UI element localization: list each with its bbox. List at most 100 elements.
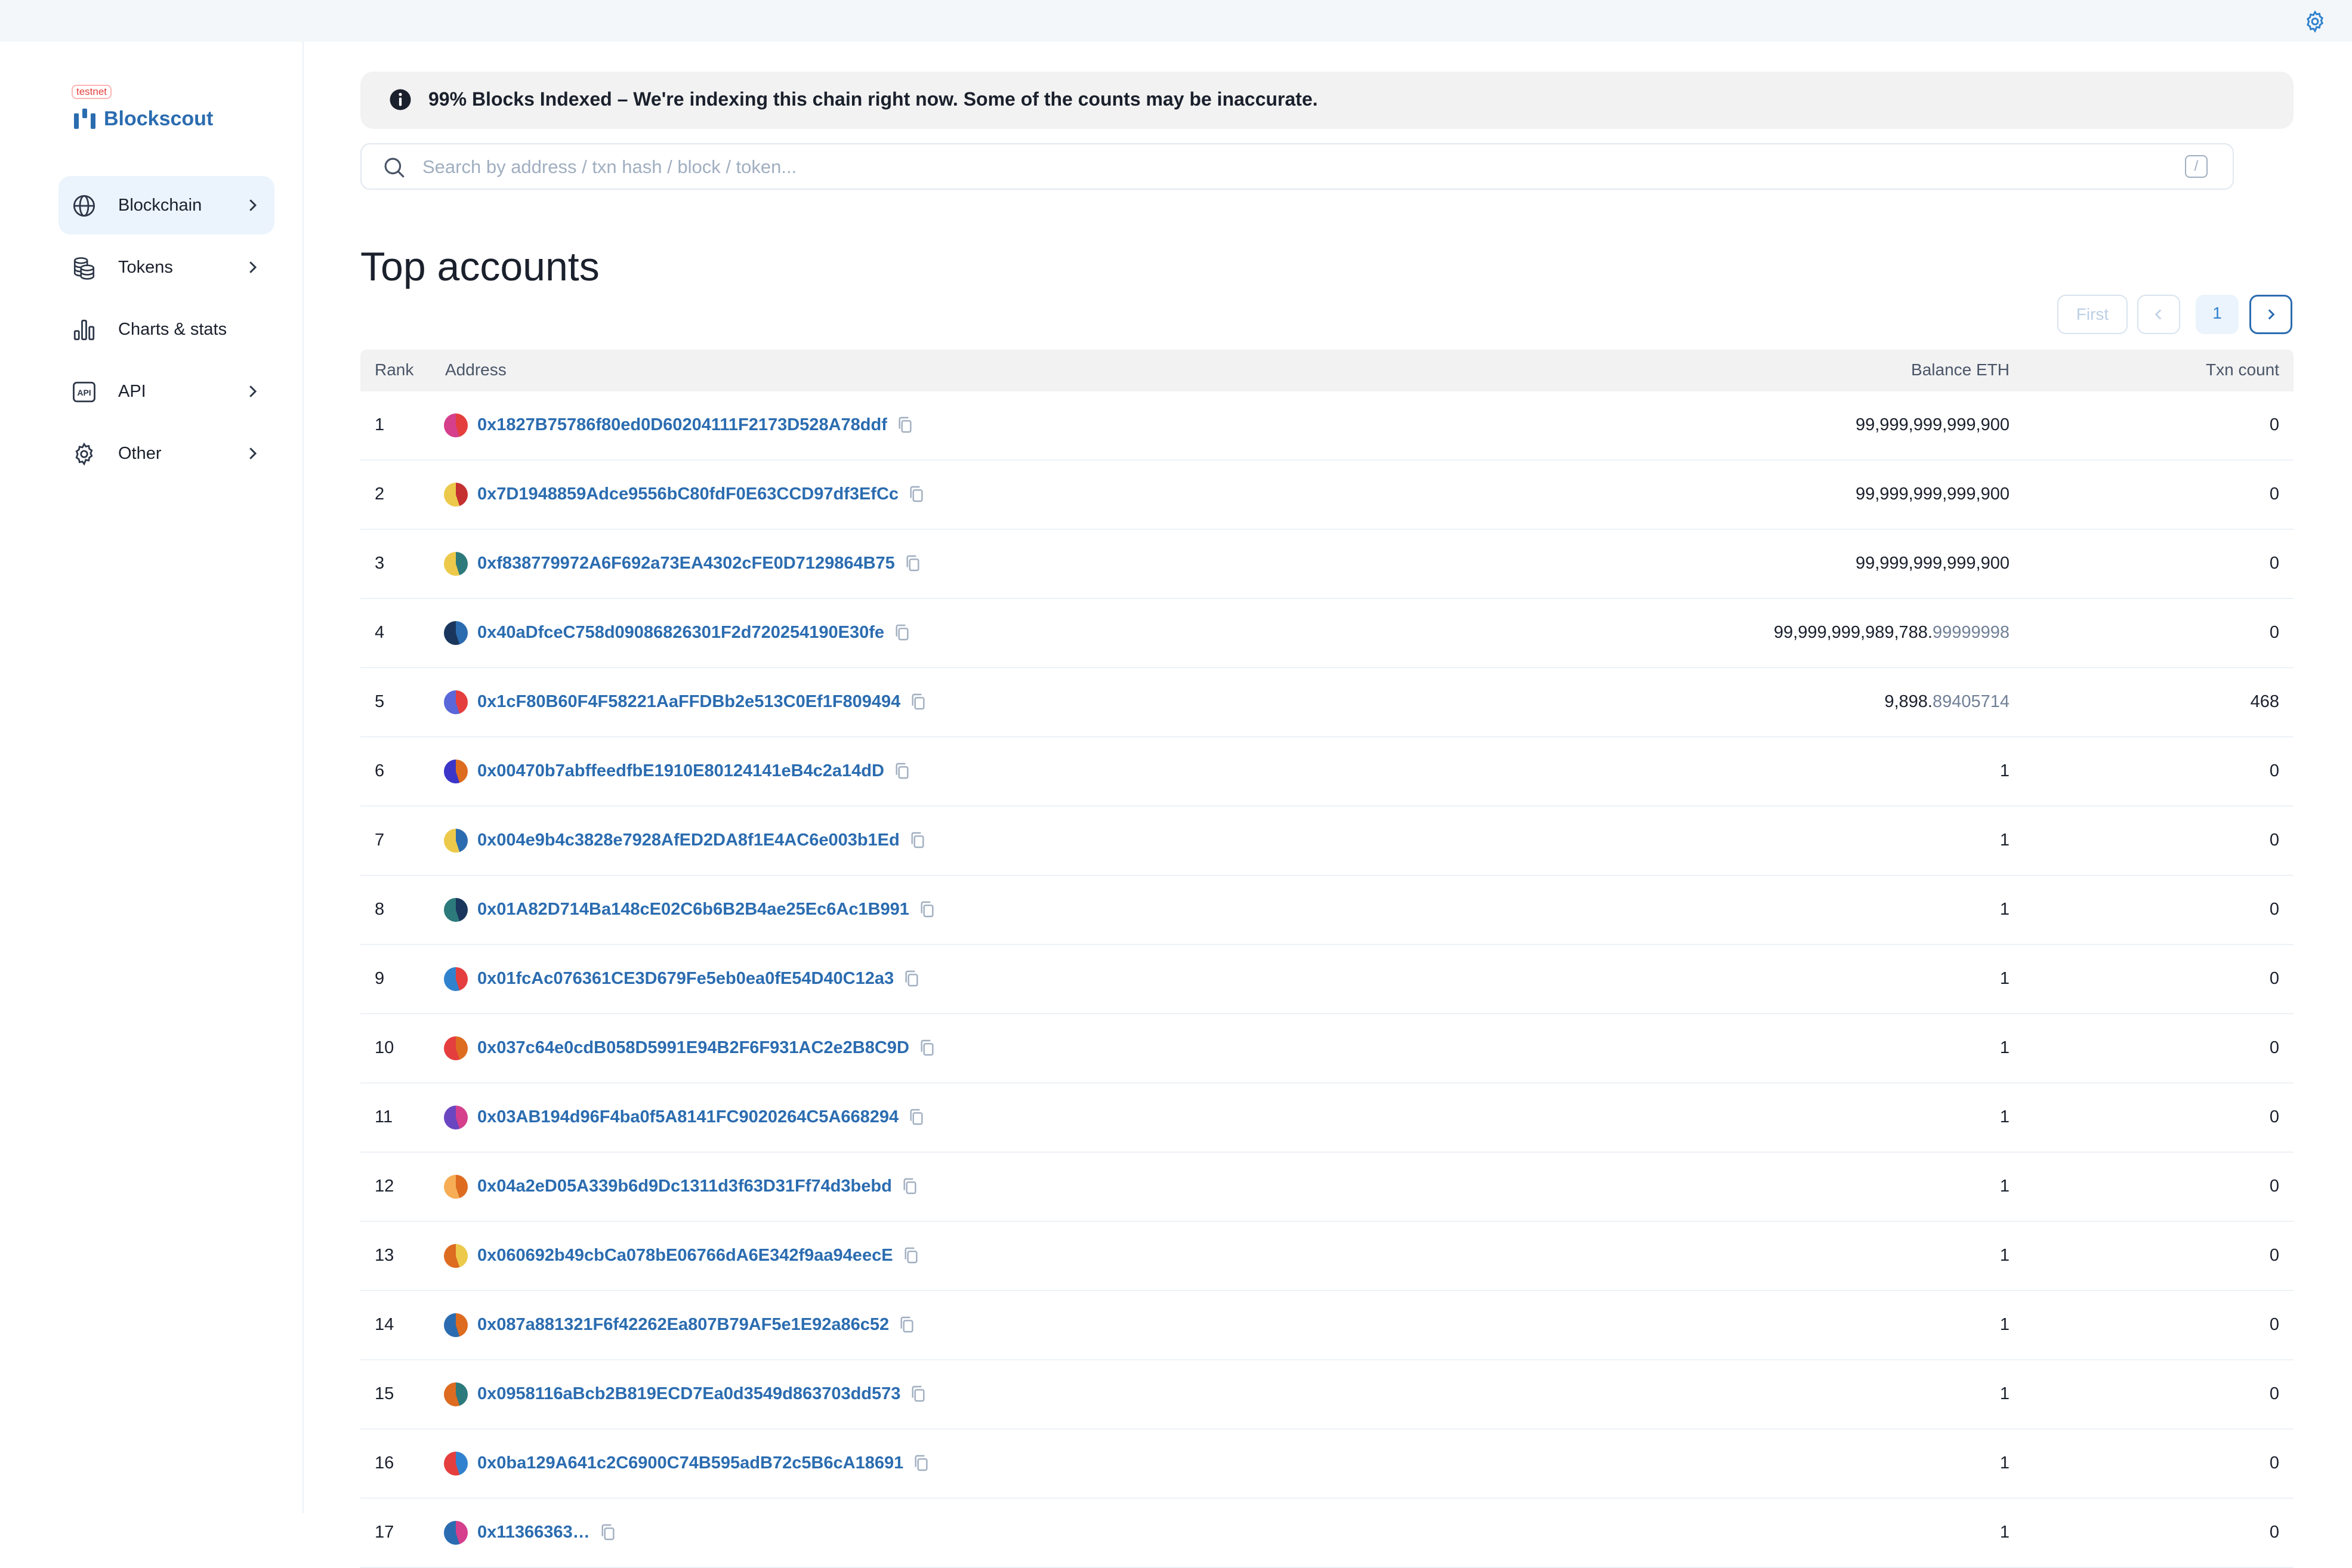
copy-icon[interactable]: [902, 1245, 921, 1266]
balance-cell: 1: [2000, 1453, 2010, 1473]
rank-cell: 9: [375, 969, 385, 988]
address-avatar-icon: [444, 1106, 468, 1129]
address-link[interactable]: 0x1cF80B60F4F58221AaFFDBb2e513C0Ef1F8094…: [477, 692, 900, 712]
copy-icon[interactable]: [909, 1383, 928, 1405]
copy-icon[interactable]: [893, 622, 912, 643]
address-avatar-icon: [444, 1036, 468, 1060]
address-avatar-icon: [444, 1244, 468, 1268]
address-link[interactable]: 0x00470b7abffeedfbE1910E80124141eB4c2a14…: [477, 761, 884, 781]
table-row: 5 0x1cF80B60F4F58221AaFFDBb2e513C0Ef1F809…: [360, 668, 2294, 737]
address-avatar-icon: [444, 621, 468, 645]
balance-cell: 99,999,999,999,900: [1856, 554, 2010, 573]
sidebar-item-label: API: [118, 381, 146, 401]
sidebar-item-label: Other: [118, 443, 162, 463]
balance-cell: 1: [2000, 969, 2010, 989]
rank-cell: 12: [375, 1177, 394, 1196]
sidebar-item-charts-stats[interactable]: Charts & stats: [58, 300, 274, 359]
first-page-button[interactable]: First: [2057, 295, 2128, 334]
search-input[interactable]: [421, 152, 2154, 183]
search-icon: [384, 158, 405, 178]
balance-cell: 1: [2000, 1315, 2010, 1335]
txn-count-cell: 0: [2269, 1246, 2279, 1265]
copy-icon[interactable]: [896, 414, 915, 436]
search-bar[interactable]: /: [360, 143, 2234, 190]
address-link[interactable]: 0x004e9b4c3828e7928AfED2DA8f1E4AC6e003b1…: [477, 831, 900, 850]
txn-count-cell: 0: [2269, 831, 2279, 850]
balance-cell: 99,999,999,999,900: [1856, 484, 2010, 504]
chevron-right-icon: [249, 261, 257, 273]
address-link[interactable]: 0x01fcAc076361CE3D679Fe5eb0ea0fE54D40C12…: [477, 969, 894, 989]
sidebar-item-blockchain[interactable]: Blockchain: [58, 176, 274, 234]
txn-count-cell: 0: [2269, 554, 2279, 573]
top-bar: [0, 0, 2352, 42]
column-header-rank: Rank: [375, 360, 414, 379]
column-header-txn-count: Txn count: [2206, 360, 2279, 379]
copy-icon[interactable]: [903, 552, 922, 574]
address-link[interactable]: 0x01A82D714Ba148cE02C6b6B2B4ae25Ec6Ac1B9…: [477, 900, 909, 919]
sidebar-item-other[interactable]: Other: [58, 424, 274, 483]
rank-cell: 7: [375, 831, 385, 850]
txn-count-cell: 0: [2269, 900, 2279, 919]
prev-page-button[interactable]: [2137, 295, 2180, 334]
indexing-banner: 99% Blocks Indexed – We're indexing this…: [360, 72, 2294, 129]
balance-cell: 1: [2000, 1523, 2010, 1542]
address-link[interactable]: 0x087a881321F6f42262Ea807B79AF5e1E92a86c…: [477, 1315, 889, 1335]
copy-icon[interactable]: [893, 760, 912, 782]
column-header-balance: Balance ETH: [1911, 360, 2010, 379]
rank-cell: 2: [375, 484, 385, 504]
address-link[interactable]: 0x03AB194d96F4ba0f5A8141FC9020264C5A6682…: [477, 1107, 899, 1127]
copy-icon[interactable]: [918, 1037, 937, 1058]
address-link[interactable]: 0x40aDfceC758d09086826301F2d720254190E30…: [477, 623, 884, 643]
copy-icon[interactable]: [908, 829, 927, 851]
txn-count-cell: 0: [2269, 1107, 2279, 1126]
address-link[interactable]: 0x037c64e0cdB058D5991E94B2F6F931AC2e2B8C…: [477, 1038, 909, 1058]
next-page-button[interactable]: [2249, 295, 2292, 334]
address-link[interactable]: 0x0958116aBcb2B819ECD7Ea0d3549d863703dd5…: [477, 1384, 900, 1404]
copy-icon[interactable]: [907, 483, 926, 505]
copy-icon[interactable]: [902, 968, 921, 989]
address-link[interactable]: 0x0ba129A641c2C6900C74B595adB72c5B6cA186…: [477, 1453, 903, 1473]
address-avatar-icon: [444, 413, 468, 437]
balance-integer: 1: [1999, 1246, 2010, 1265]
address-avatar-icon: [444, 690, 468, 714]
address-link[interactable]: 0x04a2eD05A339b6d9Dc1311d3f63D31Ff74d3be…: [477, 1177, 892, 1196]
balance-integer: 1: [1999, 1315, 2010, 1334]
balance-integer: 99,999,999,989,788.: [1773, 623, 1933, 642]
api-icon: API: [73, 381, 95, 403]
copy-icon[interactable]: [912, 1452, 931, 1474]
address-avatar-icon: [444, 552, 468, 576]
balance-integer: 1: [1999, 1523, 2010, 1542]
address-avatar-icon: [444, 967, 468, 991]
current-page-button[interactable]: 1: [2196, 295, 2239, 334]
copy-icon[interactable]: [598, 1521, 618, 1543]
balance-cell: 1: [2000, 1107, 2010, 1127]
address-avatar-icon: [444, 1382, 468, 1406]
rank-cell: 4: [375, 623, 385, 642]
sidebar-item-api[interactable]: API API: [58, 362, 274, 421]
copy-icon[interactable]: [897, 1314, 916, 1335]
gear-icon[interactable]: [2303, 10, 2327, 33]
address-link[interactable]: 0x060692b49cbCa078bE06766dA6E342f9aa94ee…: [477, 1246, 893, 1265]
address-link[interactable]: 0x1827B75786f80ed0D60204111F2173D528A78d…: [477, 415, 887, 435]
balance-integer: 99,999,999,999,900: [1855, 415, 2010, 434]
address-avatar-icon: [444, 760, 468, 783]
copy-icon[interactable]: [907, 1106, 926, 1128]
address-avatar-icon: [444, 1175, 468, 1199]
copy-icon[interactable]: [909, 691, 928, 712]
chevron-right-icon: [249, 385, 257, 397]
copy-icon[interactable]: [918, 899, 937, 920]
rank-cell: 17: [375, 1523, 394, 1542]
testnet-badge: testnet: [72, 85, 112, 99]
address-link[interactable]: 0x11366363…: [477, 1523, 590, 1542]
rank-cell: 14: [375, 1315, 394, 1334]
address-link[interactable]: 0xf838779972A6F692a73EA4302cFE0D7129864B…: [477, 554, 895, 573]
rank-cell: 10: [375, 1038, 394, 1057]
balance-cell: 1: [2000, 900, 2010, 919]
balance-integer: 1: [1999, 969, 2010, 988]
table-row: 6 0x00470b7abffeedfbE1910E80124141eB4c2a1…: [360, 737, 2294, 807]
address-link[interactable]: 0x7D1948859Adce9556bC80fdF0E63CCD97df3Ef…: [477, 484, 899, 504]
txn-count-cell: 0: [2269, 1038, 2279, 1057]
sidebar-item-tokens[interactable]: Tokens: [58, 238, 274, 297]
txn-count-cell: 0: [2269, 1177, 2279, 1196]
copy-icon[interactable]: [900, 1175, 919, 1197]
